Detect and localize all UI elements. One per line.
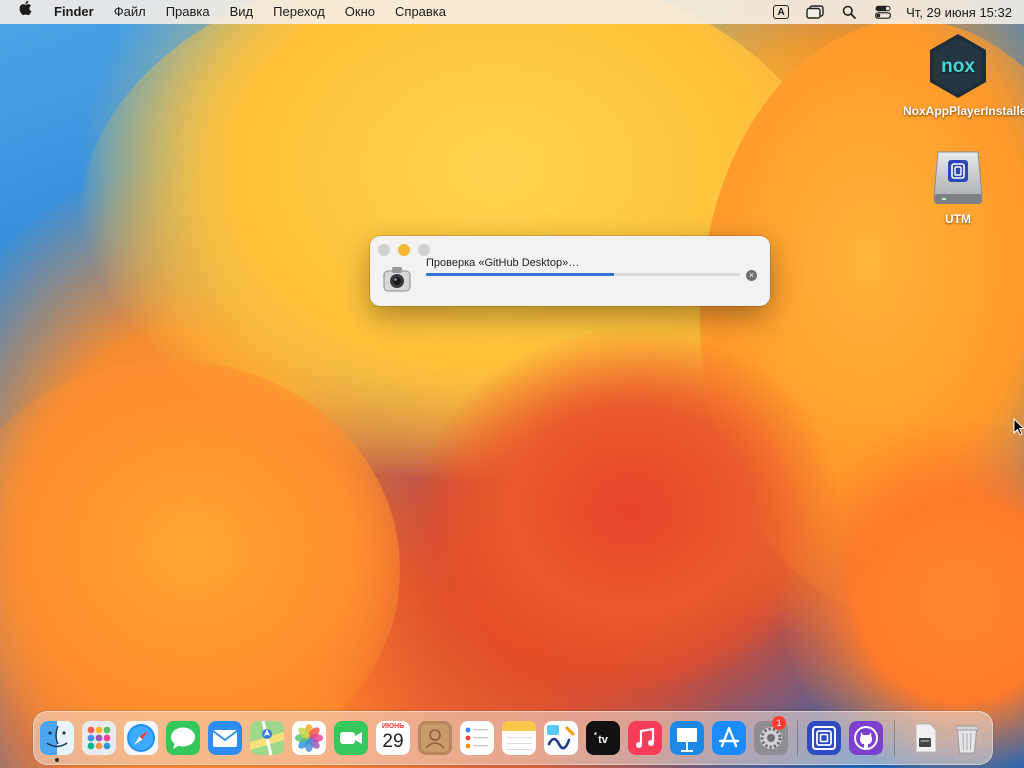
dock-keynote-icon[interactable] <box>669 720 705 756</box>
menu-file[interactable]: Файл <box>104 0 156 24</box>
cancel-progress-icon[interactable]: × <box>746 270 757 281</box>
dock-messages-icon[interactable] <box>165 720 201 756</box>
dock-calendar-icon[interactable]: ИЮНЬ 29 <box>375 720 411 756</box>
dock-contacts-icon[interactable] <box>417 720 453 756</box>
dock-app-store-icon[interactable] <box>711 720 747 756</box>
dock-reminders-icon[interactable] <box>459 720 495 756</box>
spotlight-search-icon[interactable] <box>832 0 866 24</box>
menu-window[interactable]: Окно <box>335 0 385 24</box>
zoom-button[interactable] <box>418 244 430 256</box>
wallpaper-petal <box>0 360 400 768</box>
dialog-message: Проверка «GitHub Desktop»… <box>426 257 580 269</box>
dock-maps-icon[interactable] <box>249 720 285 756</box>
svg-text:tv: tv <box>598 734 609 746</box>
dock-downloads-icon[interactable] <box>907 720 943 756</box>
menu-clock[interactable]: Чт, 29 июня 15:32 <box>900 5 1012 20</box>
dock-separator <box>894 720 895 756</box>
wallpaper-petal <box>420 330 840 690</box>
running-indicator <box>55 758 59 762</box>
menu-go[interactable]: Переход <box>263 0 335 24</box>
mouse-cursor-icon <box>1013 417 1024 441</box>
control-center-icon[interactable] <box>866 0 900 24</box>
verification-dialog: Проверка «GitHub Desktop»… × <box>370 236 770 306</box>
nox-icon: nox <box>926 32 990 100</box>
stage-manager-icon[interactable] <box>798 0 832 24</box>
dock-safari-icon[interactable] <box>123 720 159 756</box>
apple-menu-icon[interactable] <box>0 0 44 24</box>
menu-edit[interactable]: Правка <box>156 0 220 24</box>
minimize-button[interactable] <box>398 244 410 256</box>
utm-disk-icon <box>928 148 988 208</box>
svg-text:nox: nox <box>941 56 975 77</box>
dock-freeform-icon[interactable] <box>543 720 579 756</box>
dock-tv-icon[interactable]: tv <box>585 720 621 756</box>
menu-app-name[interactable]: Finder <box>44 0 104 24</box>
dock-finder-icon[interactable] <box>39 720 75 756</box>
dock-github-desktop-icon[interactable] <box>848 720 884 756</box>
menu-help[interactable]: Справка <box>385 0 456 24</box>
dock-mail-icon[interactable] <box>207 720 243 756</box>
menu-view[interactable]: Вид <box>220 0 264 24</box>
desktop-icon-label: UTM <box>945 212 971 226</box>
settings-badge: 1 <box>772 716 786 730</box>
gatekeeper-camera-icon <box>382 264 412 299</box>
desktop <box>0 0 1024 768</box>
calendar-day: 29 <box>382 731 404 752</box>
menu-bar: Finder Файл Правка Вид Переход Окно Спра… <box>0 0 1024 24</box>
calendar-month: ИЮНЬ <box>381 723 405 730</box>
dock-separator <box>797 720 798 756</box>
progress-fill <box>426 273 615 276</box>
desktop-icon-nox[interactable]: nox NoxAppPlayerInstaller <box>903 32 1024 119</box>
close-button[interactable] <box>378 244 390 256</box>
dock-photos-icon[interactable] <box>291 720 327 756</box>
dock-utm-icon[interactable] <box>806 720 842 756</box>
dock: ИЮНЬ 29 tv 1 <box>33 711 993 765</box>
dock-facetime-icon[interactable] <box>333 720 369 756</box>
desktop-icon-label: NoxAppPlayerInstaller <box>903 104 1024 118</box>
dock-launchpad-icon[interactable] <box>81 720 117 756</box>
desktop-icon-utm[interactable]: UTM <box>903 148 1013 227</box>
dock-notes-icon[interactable] <box>501 720 537 756</box>
dock-music-icon[interactable] <box>627 720 663 756</box>
dock-trash-icon[interactable] <box>949 720 985 756</box>
input-source-letter: A <box>773 5 790 19</box>
input-source-icon[interactable]: A <box>764 0 798 24</box>
progress-bar <box>426 273 740 276</box>
